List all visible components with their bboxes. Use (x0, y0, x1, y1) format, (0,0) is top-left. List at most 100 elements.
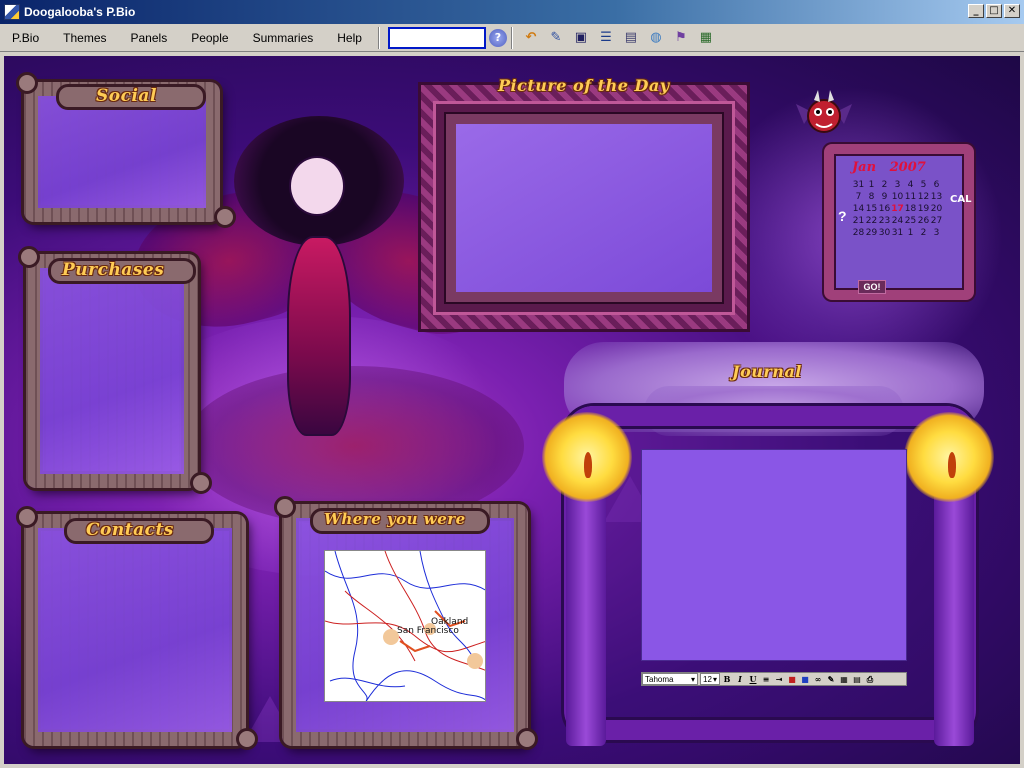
calendar-day[interactable]: 22 (865, 216, 878, 226)
calendar-day[interactable]: 18 (904, 204, 917, 214)
calendar-day[interactable]: 10 (891, 192, 904, 202)
bone-knob (18, 246, 40, 268)
calendar-day[interactable]: 28 (852, 228, 865, 238)
purchases-panel-body[interactable] (40, 268, 184, 474)
calendar-year[interactable]: 2007 (890, 160, 926, 175)
contacts-panel (24, 514, 246, 746)
journal-text-area[interactable] (641, 449, 907, 661)
face (289, 156, 345, 216)
underline-button[interactable]: U (747, 673, 759, 685)
table-icon[interactable]: ▤ (851, 673, 863, 685)
calendar-day[interactable]: 17 (891, 204, 904, 214)
calendar-grid: 31 1 2 3 4 5 6 7 8 9 10 11 12 13 14 15 16 17 18 19 20 21 22 23 2… (852, 180, 944, 238)
calendar-day[interactable]: 14 (852, 204, 865, 214)
calendar-day[interactable]: 19 (917, 204, 930, 214)
calendar-day[interactable]: 25 (904, 216, 917, 226)
picture-of-the-day-panel (418, 82, 750, 332)
calendar-day[interactable]: 11 (904, 192, 917, 202)
calendar-go-button[interactable]: GO! (858, 280, 886, 294)
calendar-day[interactable]: 9 (878, 192, 891, 202)
menu-pbio[interactable]: P.Bio (0, 31, 51, 45)
bone-knob (236, 728, 258, 750)
align-left-icon[interactable]: ≡ (760, 673, 772, 685)
potd-frame-inner (444, 112, 724, 304)
calendar-day[interactable]: 8 (865, 192, 878, 202)
pen-icon[interactable]: ✎ (825, 673, 837, 685)
search-help-icon[interactable]: ? (488, 28, 507, 47)
potd-image-area[interactable] (456, 124, 712, 292)
monster-mascot-icon (796, 90, 852, 133)
calendar-day[interactable]: 7 (852, 192, 865, 202)
location-map[interactable]: Oakland San Francisco (324, 550, 486, 702)
calendar-help-icon[interactable]: ? (838, 208, 847, 224)
menu-people[interactable]: People (179, 31, 240, 45)
calendar-day[interactable]: 27 (930, 216, 943, 226)
italic-button[interactable]: I (734, 673, 746, 685)
indent-icon[interactable]: ⇥ (773, 673, 785, 685)
where-you-were-panel-title: Where you were (324, 510, 466, 528)
edit-icon[interactable]: ✎ (545, 27, 567, 49)
calendar-day[interactable]: 2 (917, 228, 930, 238)
calendar-day[interactable]: 16 (878, 204, 891, 214)
purchases-panel-title: Purchases (62, 260, 165, 280)
bone-knob (190, 472, 212, 494)
undo-icon[interactable]: ↶ (520, 27, 542, 49)
minimize-button[interactable]: _ (968, 4, 984, 18)
calendar-day[interactable]: 3 (891, 180, 904, 190)
calendar-day[interactable]: 1 (904, 228, 917, 238)
calendar-day[interactable]: 5 (917, 180, 930, 190)
skirt (184, 366, 524, 526)
calendar-day[interactable]: 29 (865, 228, 878, 238)
calendar-day[interactable]: 3 (930, 228, 943, 238)
calendar-day[interactable]: 20 (930, 204, 943, 214)
calendar-day[interactable]: 4 (904, 180, 917, 190)
link-icon[interactable]: ∞ (812, 673, 824, 685)
calendar-day[interactable]: 1 (865, 180, 878, 190)
social-panel-body[interactable] (38, 96, 206, 208)
toolbar-separator (510, 26, 513, 49)
calendar-day[interactable]: 23 (878, 216, 891, 226)
calendar-day[interactable]: 31 (852, 180, 865, 190)
font-size-select[interactable]: 12 ▾ (700, 673, 720, 685)
right-flame-wick (948, 452, 956, 478)
calendar-day[interactable]: 21 (852, 216, 865, 226)
picture-icon[interactable]: ▦ (695, 27, 717, 49)
calendar-day[interactable]: 13 (930, 192, 943, 202)
calendar-day[interactable]: 24 (891, 216, 904, 226)
calendar-day[interactable]: 12 (917, 192, 930, 202)
bone-knob (214, 206, 236, 228)
calendar-day[interactable]: 30 (878, 228, 891, 238)
menu-themes[interactable]: Themes (51, 31, 118, 45)
menu-help[interactable]: Help (325, 31, 374, 45)
bold-button[interactable]: B (721, 673, 733, 685)
font-family-value: Tahoma (645, 674, 674, 684)
calendar-day[interactable]: 26 (917, 216, 930, 226)
image-icon[interactable]: ▦ (838, 673, 850, 685)
save-icon[interactable]: ▣ (570, 27, 592, 49)
notes-icon[interactable]: ▤ (620, 27, 642, 49)
font-family-select[interactable]: Tahoma ▾ (642, 673, 698, 685)
contacts-panel-body[interactable] (38, 528, 232, 732)
chevron-down-icon: ▾ (690, 674, 695, 684)
potd-frame-mid (433, 101, 735, 315)
print-icon[interactable]: ⎙ (864, 673, 876, 685)
menu-panels[interactable]: Panels (119, 31, 180, 45)
calendar-day[interactable]: 6 (930, 180, 943, 190)
globe-icon[interactable]: ◍ (645, 27, 667, 49)
highlight-icon[interactable]: ■ (799, 673, 811, 685)
title-bar: Doogalooba's P.Bio _ □ ✕ (0, 0, 1024, 24)
text-color-icon[interactable]: ■ (786, 673, 798, 685)
calendar-day[interactable]: 2 (878, 180, 891, 190)
calendar-day[interactable]: 31 (891, 228, 904, 238)
calendar-day[interactable]: 15 (865, 204, 878, 214)
social-panel-title: Social (96, 86, 157, 106)
maximize-button[interactable]: □ (986, 4, 1002, 18)
left-candle (566, 476, 606, 746)
menu-summaries[interactable]: Summaries (241, 31, 326, 45)
search-input[interactable] (387, 26, 486, 49)
flag-icon[interactable]: ⚑ (670, 27, 692, 49)
close-button[interactable]: ✕ (1004, 4, 1020, 18)
window-controls: _ □ ✕ (968, 4, 1020, 18)
calendar-month[interactable]: Jan (852, 160, 876, 175)
layout-icon[interactable]: ☰ (595, 27, 617, 49)
